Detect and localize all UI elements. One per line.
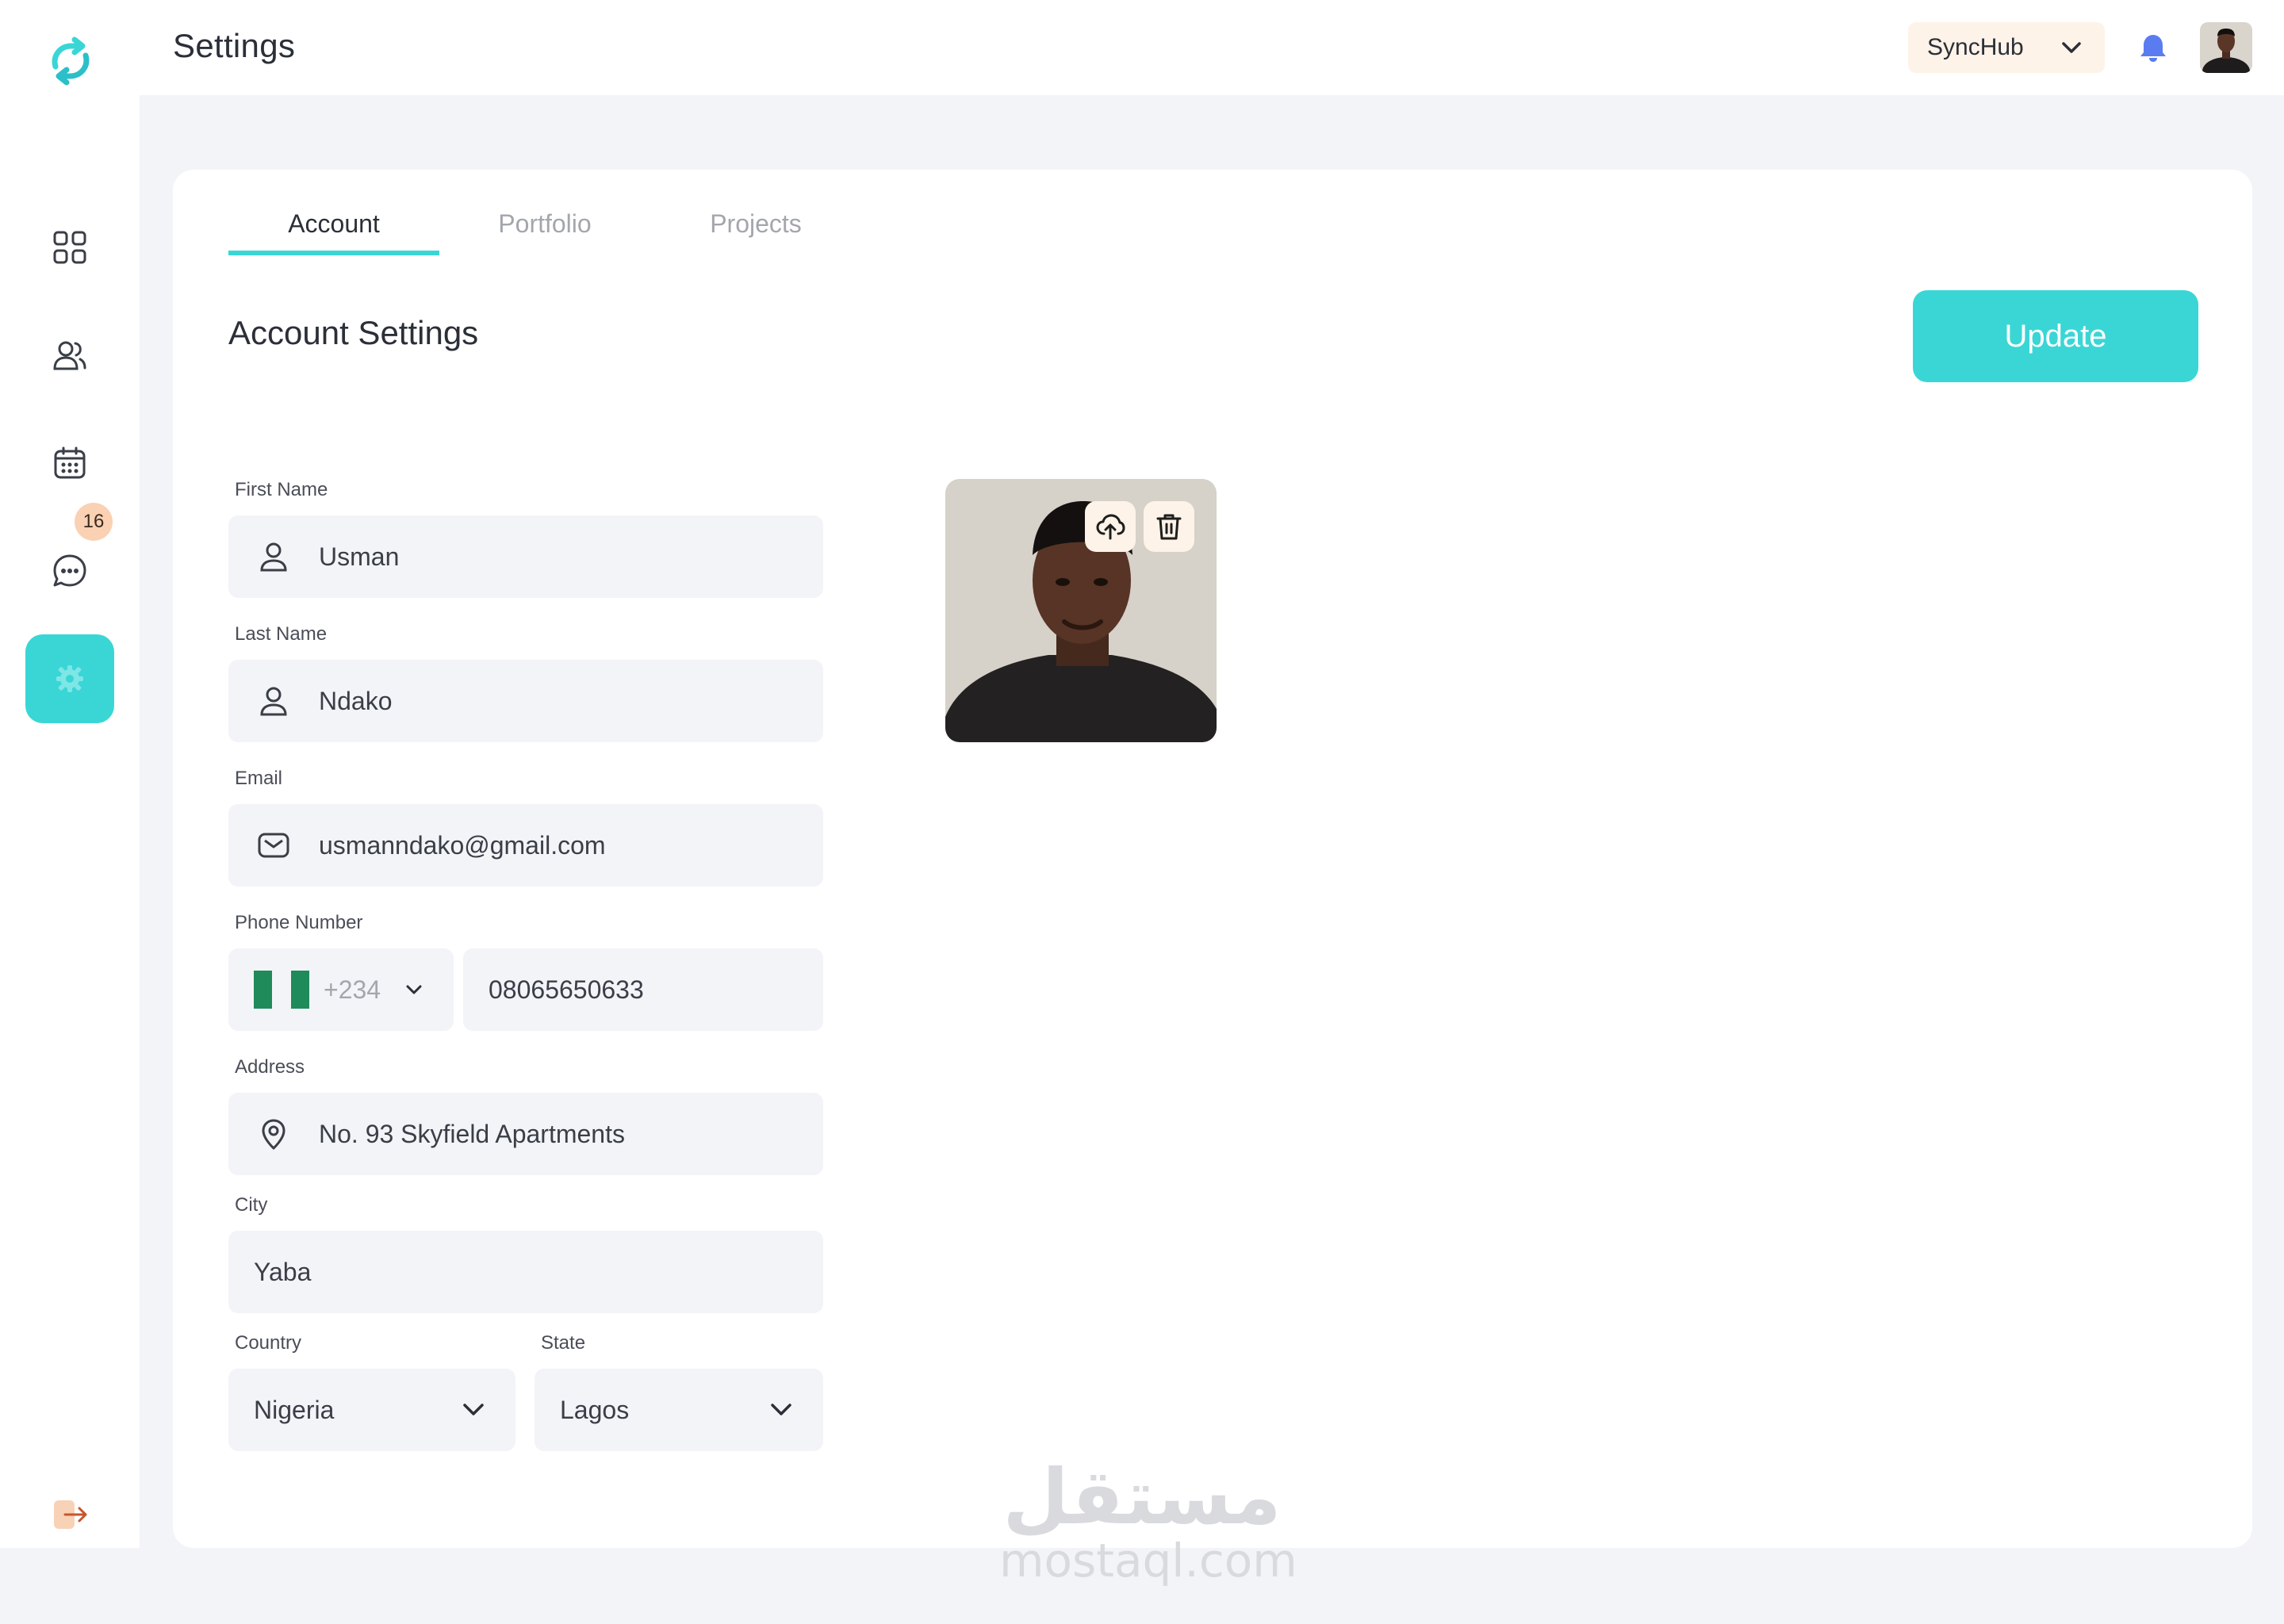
- dial-code: +234: [324, 975, 381, 1004]
- email-label: Email: [235, 768, 283, 789]
- country-select[interactable]: Nigeria: [228, 1369, 515, 1451]
- settings-card: Account Portfolio Projects Account Setti…: [173, 170, 2252, 1548]
- city-value: Yaba: [254, 1257, 312, 1286]
- tab-projects[interactable]: Projects: [650, 209, 861, 255]
- calendar-icon: [54, 446, 86, 479]
- last-name-label: Last Name: [235, 623, 328, 645]
- first-name-field[interactable]: Usman: [228, 515, 823, 598]
- country-value: Nigeria: [254, 1395, 335, 1424]
- nigeria-flag-icon: [254, 971, 309, 1009]
- sidebar-item-calendar[interactable]: [25, 419, 114, 508]
- logout-icon[interactable]: [51, 1496, 89, 1534]
- workspace-label: SyncHub: [1927, 34, 2024, 60]
- trash-icon: [1156, 514, 1182, 540]
- location-pin-icon: [262, 1119, 286, 1150]
- sync-logo-icon[interactable]: [44, 35, 97, 87]
- bell-icon[interactable]: [2138, 32, 2168, 63]
- user-icon: [260, 687, 287, 716]
- cloud-upload-icon: [1096, 514, 1125, 540]
- user-icon: [260, 542, 287, 572]
- watermark-arabic: مستقل: [1002, 1453, 1282, 1542]
- user-avatar[interactable]: [2200, 22, 2252, 73]
- topbar: Settings SyncHub: [140, 0, 2284, 95]
- tab-account[interactable]: Account: [228, 209, 439, 255]
- watermark-latin: mostaql.com: [999, 1534, 1297, 1588]
- page-title: Settings: [173, 27, 296, 64]
- phone-value: 08065650633: [489, 975, 644, 1004]
- upload-photo-button[interactable]: [1085, 501, 1136, 552]
- sidebar-item-settings[interactable]: [25, 634, 114, 723]
- sidebar-item-dashboard[interactable]: [25, 203, 114, 292]
- chevron-down-icon: [463, 1404, 484, 1415]
- city-label: City: [235, 1194, 268, 1216]
- chevron-down-icon: [406, 985, 422, 994]
- users-icon: [53, 341, 86, 370]
- chevron-down-icon: [2062, 42, 2081, 53]
- tab-portfolio[interactable]: Portfolio: [439, 209, 650, 255]
- first-name-label: First Name: [235, 479, 328, 500]
- email-value: usmanndako@gmail.com: [319, 830, 606, 860]
- country-label: Country: [235, 1332, 302, 1354]
- sidebar-item-messages[interactable]: 16: [25, 503, 114, 615]
- workspace-selector[interactable]: SyncHub: [1908, 22, 2105, 73]
- profile-photo: [945, 479, 1217, 742]
- city-field[interactable]: Yaba: [228, 1231, 823, 1313]
- update-button[interactable]: Update: [1913, 290, 2198, 382]
- phone-field[interactable]: 08065650633: [463, 948, 823, 1031]
- avatar-photo: [2200, 22, 2252, 73]
- gear-icon: [56, 665, 83, 692]
- sidebar-item-users[interactable]: [25, 311, 114, 400]
- delete-photo-button[interactable]: [1144, 501, 1194, 552]
- mail-icon: [258, 833, 289, 858]
- phone-label: Phone Number: [235, 912, 363, 933]
- address-label: Address: [235, 1056, 305, 1078]
- grid-icon: [53, 231, 86, 264]
- country-code-select[interactable]: +234: [228, 948, 454, 1031]
- messages-badge: 16: [75, 503, 113, 541]
- last-name-value: Ndako: [319, 686, 393, 715]
- first-name-value: Usman: [319, 542, 400, 571]
- state-label: State: [541, 1332, 586, 1354]
- address-value: No. 93 Skyfield Apartments: [319, 1119, 625, 1148]
- last-name-field[interactable]: Ndako: [228, 660, 823, 742]
- chevron-down-icon: [771, 1404, 791, 1415]
- section-title: Account Settings: [228, 314, 479, 351]
- state-select[interactable]: Lagos: [535, 1369, 823, 1451]
- state-value: Lagos: [560, 1395, 630, 1424]
- watermark-logo: مستقل mostaql.com: [999, 1453, 1297, 1594]
- address-field[interactable]: No. 93 Skyfield Apartments: [228, 1093, 823, 1175]
- sidebar: 16: [0, 0, 140, 1548]
- email-field[interactable]: usmanndako@gmail.com: [228, 804, 823, 887]
- chat-icon: [53, 554, 86, 587]
